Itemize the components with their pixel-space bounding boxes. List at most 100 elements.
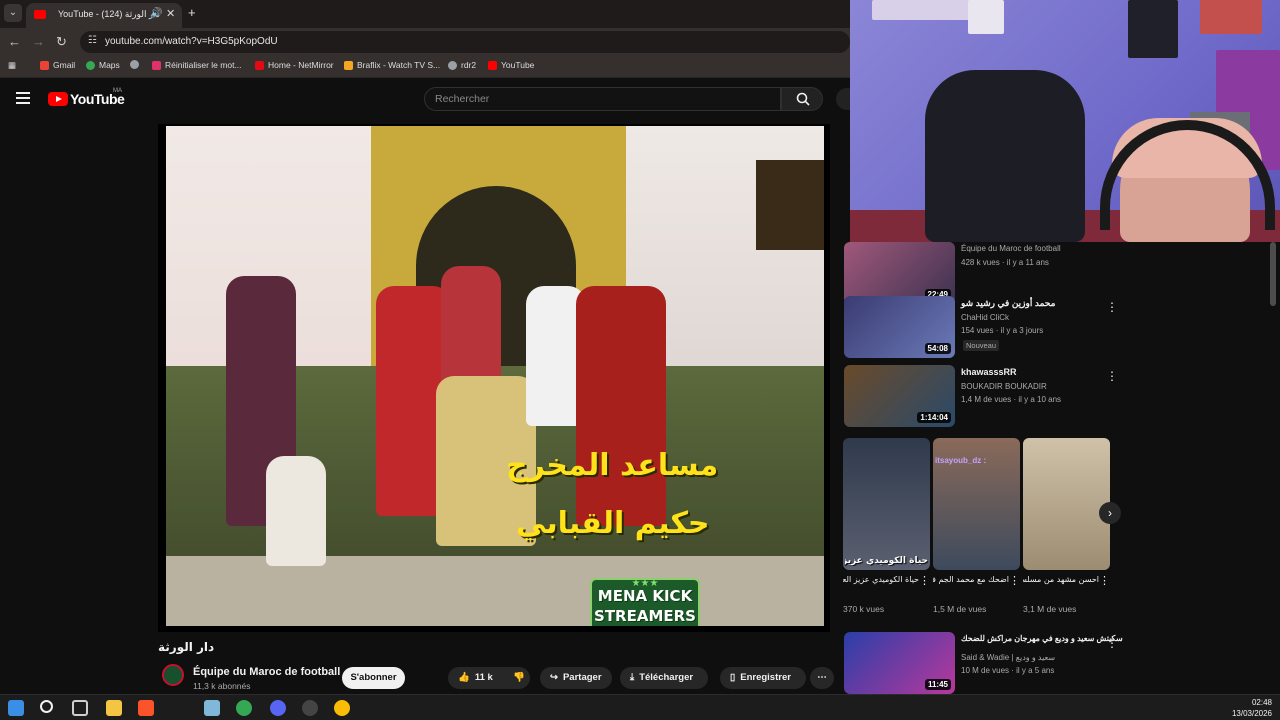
download-button[interactable]: ⤓ Télécharger (620, 667, 708, 689)
short-item[interactable]: احسن مشهد من مسلسل كبور ⋮ 3,1 M de vues (1023, 438, 1110, 620)
share-button[interactable]: ↪ Partager (540, 667, 612, 689)
braflix-icon (344, 60, 353, 70)
video-frame: مساعد المخرج حكيم القبابي ★★★ MENA KICK … (166, 126, 824, 626)
globe-icon (130, 60, 139, 69)
save-button[interactable]: ▯ Enregistrer (720, 667, 806, 689)
recommendation-channel[interactable]: ChaHid CliCk (961, 313, 1009, 322)
video-thumbnail[interactable]: 54:08 (844, 296, 955, 358)
dislike-button[interactable]: 👎 (508, 667, 530, 689)
youtube-header: YouTube MA Rechercher (0, 78, 858, 122)
system-clock[interactable]: 02:48 13/03/2026 (1232, 697, 1272, 719)
file-explorer-icon[interactable] (106, 700, 122, 716)
recommendation-channel[interactable]: Said & Wadie | سعيد و وديع (961, 653, 1055, 662)
recommendation-item[interactable]: 1:14:04 khawasssRR BOUKADIR BOUKADIR 1,4… (844, 365, 1134, 429)
chrome-icon[interactable] (236, 700, 252, 716)
site-info-icon[interactable]: ☷ (88, 35, 97, 46)
notepad-icon[interactable] (204, 700, 220, 716)
thumbs-up-icon: 👍 (458, 672, 470, 683)
video-duration: 1:14:04 (917, 412, 951, 423)
youtube-logo-icon[interactable] (48, 92, 68, 106)
windows-start-icon[interactable] (8, 700, 24, 716)
short-item[interactable]: حياة الكوميدي عزيز حياة الكوميدي عزيز ال… (843, 438, 930, 620)
more-vert-icon[interactable]: ⋮ (1106, 636, 1118, 650)
more-vert-icon[interactable]: ⋮ (1106, 300, 1118, 314)
recommendations-sidebar: 22:49 Équipe du Maroc de football 428 k … (840, 242, 1140, 702)
sidebar-scrollbar[interactable] (1270, 242, 1276, 306)
badge-line2: STREAMERS (594, 607, 696, 625)
short-title[interactable]: اضحك مع محمد الجم في مسرحية (933, 574, 1009, 586)
recommendation-title[interactable]: سكيتش سعيد و وديع في مهرجان مراكش للضحك (961, 634, 1123, 643)
back-arrow-icon[interactable]: ← (8, 34, 21, 49)
recommendation-title[interactable]: khawasssRR (961, 367, 1017, 377)
short-item[interactable]: itsayoub_dz : اضحك مع محمد الجم في مسرحي… (933, 438, 1020, 620)
url-field[interactable]: ☷ youtube.com/watch?v=H3G5pKopOdU (80, 31, 850, 53)
recommendation-item[interactable]: 54:08 محمد أوزين في رشيد شو ChaHid CliCk… (844, 296, 1134, 360)
gaming-chair (925, 70, 1085, 242)
short-title[interactable]: احسن مشهد من مسلسل كبور (1023, 574, 1099, 586)
bookmark-rdr2[interactable]: rdr2 (448, 60, 476, 70)
browser-tab[interactable]: YouTube - (124) دار الورثة 🔊 ✕ (26, 3, 182, 28)
short-thumbnail[interactable]: حياة الكوميدي عزيز (843, 438, 930, 570)
youtube-icon (488, 60, 497, 70)
subscribe-button[interactable]: S'abonner (342, 667, 405, 689)
recommendation-item[interactable]: 11:45 سكيتش سعيد و وديع في مهرجان مراكش … (844, 632, 1134, 696)
more-vert-icon[interactable]: ⋮ (1099, 574, 1110, 587)
more-vert-icon[interactable]: ⋮ (1009, 574, 1020, 587)
url-text: youtube.com/watch?v=H3G5pKopOdU (105, 36, 278, 47)
search-icon[interactable] (40, 700, 53, 713)
more-vert-icon[interactable]: ⋮ (1106, 369, 1118, 383)
new-tab-icon[interactable]: + (188, 5, 196, 20)
task-view-icon[interactable] (72, 700, 88, 716)
browser-tab-bar: ⌄ YouTube - (124) دار الورثة 🔊 ✕ + (0, 0, 850, 28)
video-thumbnail[interactable]: 22:49 (844, 242, 955, 304)
speaker-icon[interactable]: 🔊 (150, 8, 162, 19)
subscriber-count: 11,3 k abonnés (193, 681, 251, 691)
chevron-right-icon[interactable]: › (1099, 502, 1121, 524)
close-tab-icon[interactable]: ✕ (166, 7, 175, 20)
short-handle: itsayoub_dz : (935, 456, 987, 465)
recommendation-title[interactable]: محمد أوزين في رشيد شو (961, 298, 1055, 309)
short-thumbnail[interactable]: itsayoub_dz : (933, 438, 1020, 570)
gmail-icon (40, 60, 49, 70)
tab-title: YouTube - (124) دار الورثة (58, 9, 160, 19)
tab-search-chevron-icon[interactable]: ⌄ (4, 4, 22, 22)
more-vert-icon[interactable]: ⋮ (919, 574, 930, 587)
search-input[interactable]: Rechercher (424, 87, 781, 111)
recommendation-meta: 10 M de vues · il y a 5 ans (961, 666, 1055, 675)
video-player[interactable]: مساعد المخرج حكيم القبابي ★★★ MENA KICK … (158, 124, 830, 632)
forward-arrow-icon[interactable]: → (32, 34, 45, 49)
apps-grid-icon[interactable]: ▦ (8, 60, 16, 71)
recommendation-meta: 1,4 M de vues · il y a 10 ans (961, 395, 1062, 404)
recommendation-channel[interactable]: Équipe du Maroc de football (961, 244, 1061, 253)
short-views: 3,1 M de vues (1023, 604, 1077, 614)
video-subtitle-line2: حكيم القبابي (516, 506, 710, 541)
video-thumbnail[interactable]: 1:14:04 (844, 365, 955, 427)
channel-name[interactable]: Équipe du Maroc de football (193, 666, 340, 678)
bookmark-globe[interactable] (130, 60, 143, 69)
obs-icon[interactable] (302, 700, 318, 716)
bookmark-maps[interactable]: Maps (86, 60, 120, 70)
brave-browser-icon[interactable] (138, 700, 154, 716)
window-grille (756, 160, 824, 250)
bookmark-instagram[interactable]: Réinitialiser le mot... (152, 60, 242, 70)
short-title[interactable]: حياة الكوميدي عزيز العلوي كلها (843, 574, 919, 586)
bookmark-braflix[interactable]: Braflix - Watch TV S... (344, 60, 440, 70)
like-count: 11 k (474, 672, 493, 683)
reload-icon[interactable]: ↻ (56, 34, 67, 50)
bookmark-youtube[interactable]: YouTube (488, 60, 534, 70)
video-title: دار الورثة (158, 640, 215, 654)
discord-icon[interactable] (270, 700, 286, 716)
shorts-shelf: حياة الكوميدي عزيز حياة الكوميدي عزيز ال… (843, 438, 1121, 628)
short-thumbnail[interactable] (1023, 438, 1110, 570)
chrome-icon[interactable] (334, 700, 350, 716)
address-bar: ← → ↻ ☷ youtube.com/watch?v=H3G5pKopOdU (0, 28, 850, 56)
bookmark-netmirror[interactable]: Home - NetMirror (255, 60, 334, 70)
bookmark-gmail[interactable]: Gmail (40, 60, 75, 70)
more-actions-icon[interactable]: ⋯ (810, 667, 834, 689)
channel-avatar[interactable] (162, 664, 184, 686)
menu-hamburger-icon[interactable] (16, 92, 30, 104)
recommendation-channel[interactable]: BOUKADIR BOUKADIR (961, 382, 1047, 391)
search-button[interactable] (781, 87, 823, 111)
video-thumbnail[interactable]: 11:45 (844, 632, 955, 694)
download-icon: ⤓ (630, 672, 635, 683)
